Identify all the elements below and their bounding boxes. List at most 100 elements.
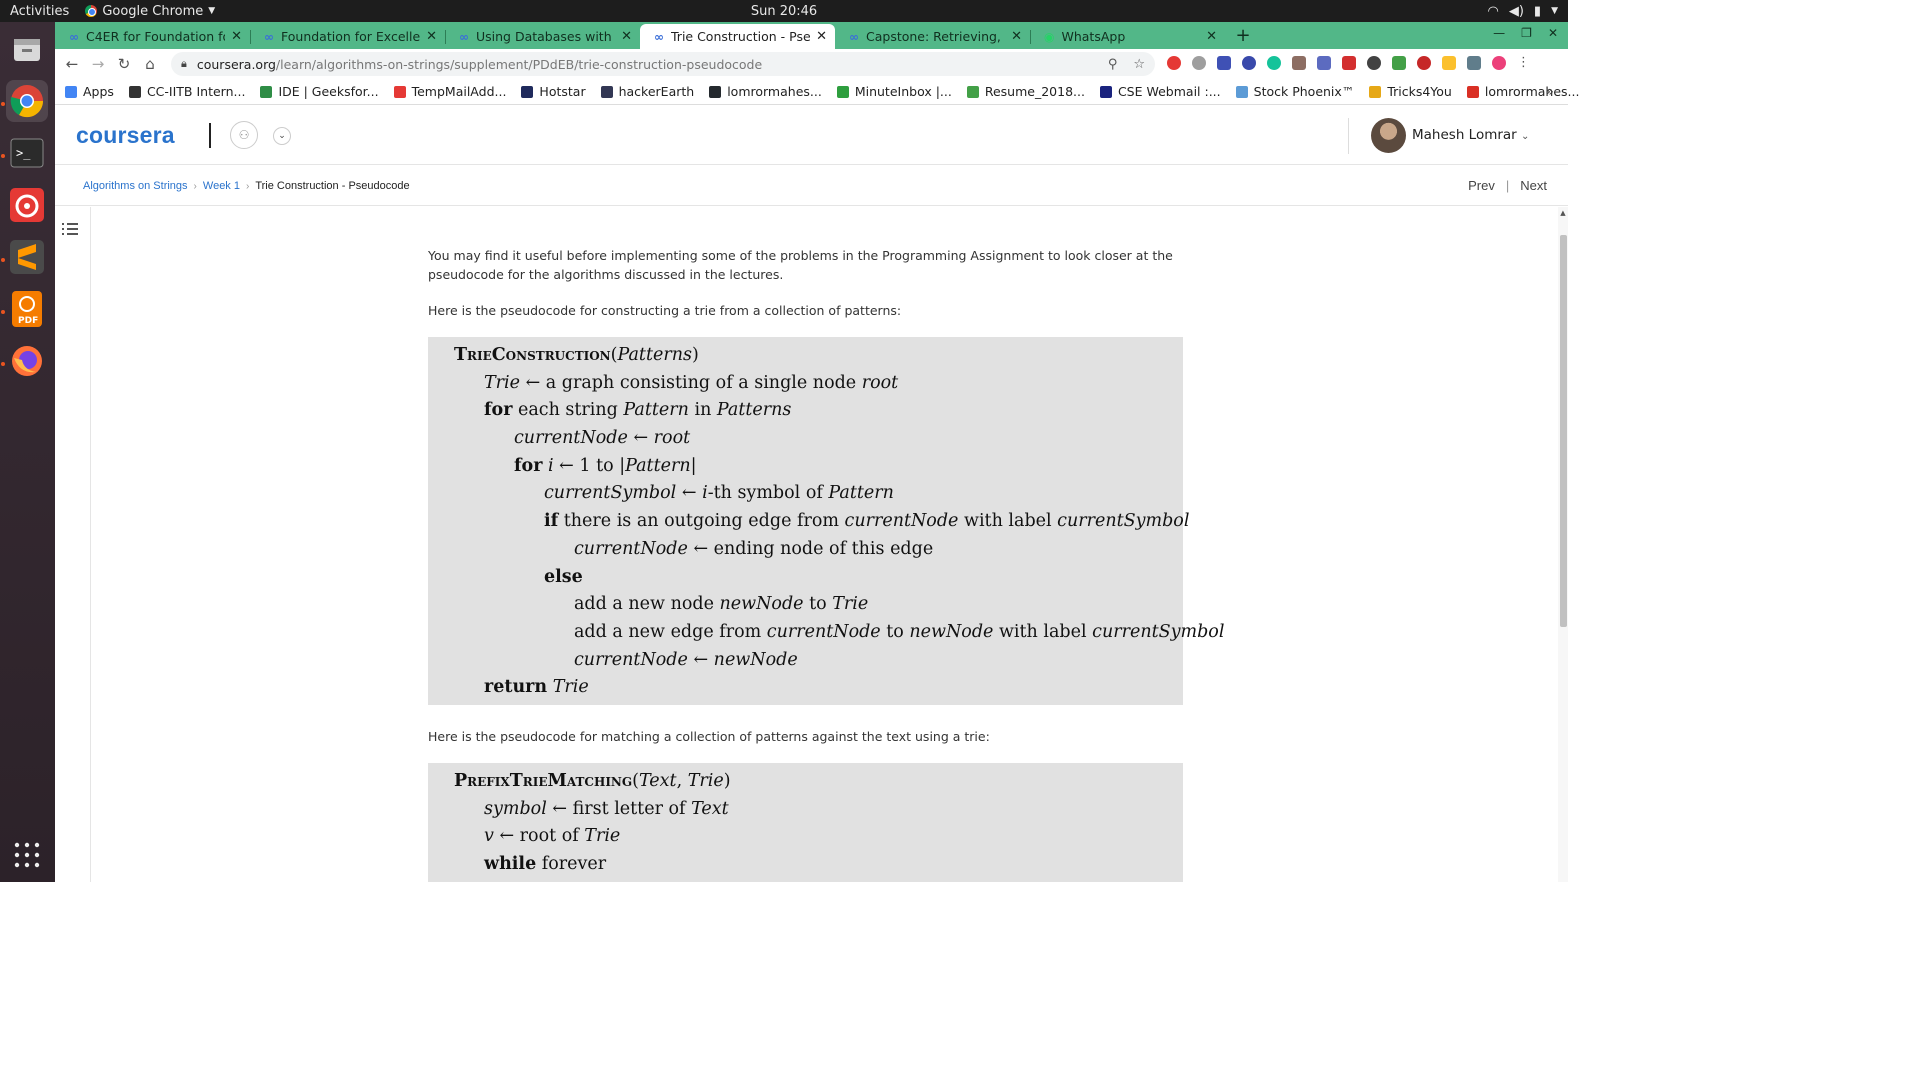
bookmark-item[interactable]: Tricks4You: [1369, 84, 1452, 99]
prev-next-nav: Prev | Next: [1468, 178, 1547, 193]
browser-tab[interactable]: ∞ Foundation for Excellenc ✕: [250, 24, 445, 49]
extension-icon[interactable]: [1192, 56, 1206, 70]
back-arrow-icon[interactable]: ←: [59, 55, 85, 73]
profile-icon[interactable]: [1492, 56, 1506, 70]
bookmark-item[interactable]: Hotstar: [521, 84, 586, 99]
scroll-up-icon[interactable]: ▲: [1558, 209, 1568, 217]
extension-icon[interactable]: [1417, 56, 1431, 70]
browser-tab[interactable]: ◉ WhatsApp ✕: [1030, 24, 1225, 49]
close-tab-icon[interactable]: ✕: [621, 29, 632, 44]
extension-icon[interactable]: [1217, 56, 1231, 70]
extension-icon[interactable]: [1392, 56, 1406, 70]
home-icon[interactable]: ⌂: [137, 55, 163, 73]
show-applications-button[interactable]: [6, 834, 48, 876]
code-line: PrefixTrieMatching(Text, Trie): [454, 770, 731, 791]
extension-icon[interactable]: [1167, 56, 1181, 70]
trie-intro-paragraph: Here is the pseudocode for constructing …: [428, 303, 902, 318]
bookmark-star-icon[interactable]: ☆: [1133, 57, 1145, 72]
breadcrumb-course-link[interactable]: Algorithms on Strings: [83, 180, 188, 192]
bookmark-item[interactable]: CSE Webmail :...: [1099, 84, 1221, 99]
new-tab-button[interactable]: +: [1231, 24, 1255, 49]
reload-icon[interactable]: ↻: [111, 55, 137, 73]
wifi-icon: ◠: [1487, 3, 1499, 19]
code-line: for i ← 1 to |Pattern|: [514, 455, 697, 476]
more-bookmarks-icon[interactable]: »: [1545, 84, 1554, 100]
menu-kebab-icon[interactable]: ⋮: [1517, 56, 1530, 70]
grammarly-icon[interactable]: [1267, 56, 1281, 70]
prefix-trie-matching-pseudocode: PrefixTrieMatching(Text, Trie) symbol ← …: [428, 762, 1183, 882]
user-menu[interactable]: Mahesh Lomrar ⌄: [1412, 127, 1529, 143]
restore-icon[interactable]: ❐: [1521, 26, 1532, 40]
close-tab-icon[interactable]: ✕: [816, 29, 827, 44]
browser-tab[interactable]: ∞ C4ER for Foundation for E ✕: [55, 24, 250, 49]
bookmark-item[interactable]: IDE | Geeksfor...: [260, 84, 379, 99]
chevron-down-icon: ⌄: [1521, 131, 1530, 142]
extension-icon[interactable]: [1367, 56, 1381, 70]
bookmark-item[interactable]: hackerEarth: [600, 84, 694, 99]
code-line: else: [544, 566, 583, 587]
coursera-favicon-icon: ∞: [459, 29, 469, 44]
course-outline-icon[interactable]: [62, 223, 79, 238]
avatar[interactable]: [1371, 118, 1406, 153]
bookmark-item[interactable]: Stock Phoenix™: [1235, 84, 1354, 99]
browser-tab[interactable]: ∞ Using Databases with Pyt ✕: [445, 24, 640, 49]
bookmark-item[interactable]: MinuteInbox |...: [836, 84, 952, 99]
url-path: /learn/algorithms-on-strings/supplement/…: [275, 56, 763, 72]
dock-terminal-app[interactable]: >_: [6, 132, 48, 174]
dock-sublime-app[interactable]: [6, 236, 48, 278]
close-window-icon[interactable]: ✕: [1548, 26, 1558, 40]
close-tab-icon[interactable]: ✕: [1011, 29, 1022, 44]
breadcrumb-week-link[interactable]: Week 1: [203, 180, 240, 192]
page-scrollbar[interactable]: ▲: [1558, 207, 1568, 882]
zoom-icon[interactable]: ⚲: [1108, 57, 1118, 72]
extension-icon[interactable]: [1467, 56, 1481, 70]
dock-firefox-app[interactable]: [6, 340, 48, 382]
groups-icon[interactable]: ⚇: [230, 121, 258, 149]
minimize-icon[interactable]: —: [1493, 26, 1505, 40]
dock-pdf-app[interactable]: PDF: [6, 288, 48, 330]
bookmark-item[interactable]: Apps: [65, 84, 114, 99]
close-tab-icon[interactable]: ✕: [231, 29, 242, 44]
clock[interactable]: Sun 20:46: [751, 4, 817, 19]
bookmark-item[interactable]: Resume_2018...: [966, 84, 1085, 99]
bookmark-label: IDE | Geeksfor...: [278, 84, 379, 99]
close-tab-icon[interactable]: ✕: [1206, 29, 1217, 44]
bookmark-item[interactable]: lomrormahes...: [1466, 84, 1580, 99]
forward-arrow-icon[interactable]: →: [85, 55, 111, 73]
dock-music-app[interactable]: [6, 184, 48, 226]
bookmark-item[interactable]: CC-IITB Intern...: [128, 84, 245, 99]
bookmark-label: lomrormahes...: [1484, 84, 1580, 99]
extension-icon[interactable]: [1242, 56, 1256, 70]
extension-icon[interactable]: [1292, 56, 1306, 70]
extension-icon[interactable]: [1317, 56, 1331, 70]
app-menu[interactable]: Google Chrome ▼: [85, 4, 215, 19]
next-button[interactable]: Next: [1520, 178, 1547, 193]
close-tab-icon[interactable]: ✕: [426, 29, 437, 44]
whatsapp-favicon-icon: ◉: [1044, 29, 1055, 44]
chevron-right-icon: ›: [193, 180, 197, 192]
bookmark-item[interactable]: TempMailAdd...: [393, 84, 506, 99]
breadcrumb: Algorithms on Strings › Week 1 › Trie Co…: [83, 180, 410, 192]
bookmark-item[interactable]: lomrormahes...: [709, 84, 822, 99]
code-line: Trie ← a graph consisting of a single no…: [484, 372, 899, 393]
extension-icon[interactable]: [1442, 56, 1456, 70]
trie-construction-pseudocode: TrieConstruction(Patterns) Trie ← a grap…: [428, 337, 1224, 705]
browser-tab-active[interactable]: ∞ Trie Construction - Pseud ✕: [640, 24, 835, 49]
divider: [209, 123, 211, 148]
bookmark-label: Tricks4You: [1387, 84, 1452, 99]
dock-chrome-app[interactable]: [6, 80, 48, 122]
code-line: currentNode ← root: [514, 428, 691, 449]
scrollbar-thumb[interactable]: [1560, 235, 1567, 627]
code-line: add a new node newNode to Trie: [574, 594, 869, 615]
bookmark-label: Hotstar: [539, 84, 586, 99]
app-grid-icon: [14, 842, 40, 868]
address-bar[interactable]: 🔒︎ coursera.org/learn/algorithms-on-stri…: [171, 52, 1155, 76]
prev-button[interactable]: Prev: [1468, 178, 1495, 193]
system-tray[interactable]: ◠ ◀) ▮ ▼: [1488, 4, 1559, 19]
extension-icon[interactable]: [1342, 56, 1356, 70]
chevron-down-icon[interactable]: ⌄: [273, 127, 291, 145]
browser-tab[interactable]: ∞ Capstone: Retrieving, Pro ✕: [835, 24, 1030, 49]
dock-files-app[interactable]: [6, 28, 48, 70]
coursera-logo[interactable]: coursera: [76, 122, 175, 149]
activities-button[interactable]: Activities: [0, 4, 79, 19]
